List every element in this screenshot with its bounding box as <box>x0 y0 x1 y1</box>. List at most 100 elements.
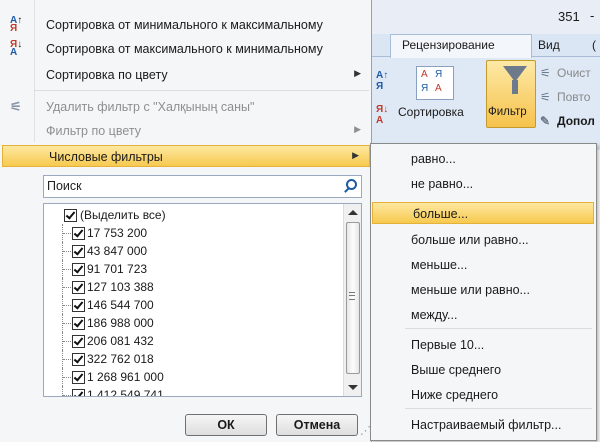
submenu-item-custom-filter[interactable]: Настраиваемый фильтр... <box>371 414 594 436</box>
list-scrollbar[interactable] <box>343 204 361 396</box>
submenu-item-above-average[interactable]: Выше среднего <box>371 359 594 381</box>
checkbox[interactable] <box>72 353 85 366</box>
submenu-item-label: больше... <box>413 207 469 221</box>
submenu-item-equals[interactable]: равно... <box>371 148 594 170</box>
list-item[interactable]: 1 268 961 000 <box>44 368 341 386</box>
reapply-command[interactable]: ⚟ Повто <box>540 90 590 104</box>
checkbox[interactable] <box>72 281 85 294</box>
menu-item-label: Фильтр по цвету <box>46 124 141 138</box>
submenu-item-less-or-equal[interactable]: меньше или равно... <box>371 279 594 301</box>
menu-item-sort-by-color[interactable]: Сортировка по цвету ▶ <box>0 64 371 86</box>
filter-button-label[interactable]: Фильтр <box>488 106 527 118</box>
checkbox[interactable] <box>72 317 85 330</box>
checkbox[interactable] <box>72 371 85 384</box>
list-item[interactable]: 146 544 700 <box>44 296 341 314</box>
submenu-item-below-average[interactable]: Ниже среднего <box>371 384 594 406</box>
advanced-filter-icon: ✎ <box>540 114 551 128</box>
menu-item-sort-ascending[interactable]: А↑ Я Сортировка от минимального к максима… <box>0 14 371 36</box>
list-item[interactable]: 91 701 723 <box>44 260 341 278</box>
search-placeholder: Поиск <box>47 179 82 193</box>
list-item-label: 322 762 018 <box>87 352 154 366</box>
search-input[interactable]: Поиск <box>43 175 362 198</box>
list-item-label: 127 103 388 <box>87 280 154 294</box>
sort-button-label[interactable]: Сортировка <box>398 105 464 119</box>
resize-grip-icon[interactable] <box>360 424 371 438</box>
submenu-arrow-icon: ▶ <box>354 68 361 78</box>
value-checklist[interactable]: (Выделить все) 17 753 200 43 847 000 91 … <box>43 203 362 397</box>
autofilter-menu: А↑ Я Сортировка от минимального к максима… <box>0 0 372 442</box>
title-separator: - <box>590 8 595 23</box>
menu-item-label: Сортировка по цвету <box>46 68 168 82</box>
clear-icon: ⚟ <box>540 66 551 80</box>
list-item-label: 206 081 432 <box>87 334 154 348</box>
submenu-separator <box>405 408 592 409</box>
list-item-label: 91 701 723 <box>87 262 148 276</box>
submenu-item-not-equals[interactable]: не равно... <box>371 173 594 195</box>
list-item-label: 1 268 961 000 <box>87 370 164 384</box>
menu-item-number-filters[interactable]: Числовые фильтры ▶ <box>2 145 370 167</box>
list-item[interactable]: 127 103 388 <box>44 278 341 296</box>
submenu-item-label: Ниже среднего <box>411 388 499 402</box>
checkbox[interactable] <box>72 263 85 276</box>
checkbox[interactable] <box>72 299 85 312</box>
cancel-button[interactable]: Отмена <box>276 414 358 436</box>
scroll-grip-icon <box>349 292 355 300</box>
title-bar: 351 - <box>370 0 600 34</box>
submenu-item-between[interactable]: между... <box>371 304 594 326</box>
advanced-command[interactable]: ✎ Допол <box>540 114 595 128</box>
search-icon[interactable] <box>341 176 359 196</box>
submenu-item-top-10[interactable]: Первые 10... <box>371 334 594 356</box>
menu-item-label: Удалить фильтр с "Халқының саны" <box>46 100 255 114</box>
sort-az-icon[interactable]: А↑ Я <box>376 70 388 92</box>
menu-item-sort-descending[interactable]: Я↓ А Сортировка от максимального к минима… <box>0 38 371 60</box>
list-item[interactable]: 186 988 000 <box>44 314 341 332</box>
list-item-label: 186 988 000 <box>87 316 154 330</box>
menu-item-filter-by-color[interactable]: Фильтр по цвету ▶ <box>0 120 371 142</box>
scroll-down-icon[interactable] <box>348 385 358 390</box>
submenu-item-greater-or-equal[interactable]: больше или равно... <box>371 229 594 251</box>
checkbox[interactable] <box>72 335 85 348</box>
reapply-icon: ⚟ <box>540 90 551 104</box>
checkbox[interactable] <box>72 227 85 240</box>
menu-item-clear-filter[interactable]: ⚟ Удалить фильтр с "Халқының саны" <box>0 96 371 118</box>
sort-za-icon[interactable]: Я↓ А <box>376 104 388 126</box>
list-item[interactable]: (Выделить все) <box>44 206 341 224</box>
tab-review[interactable]: Рецензирование <box>402 38 495 52</box>
menu-item-label: Сортировка от минимального к максимально… <box>46 18 323 32</box>
list-item-label: 146 544 700 <box>87 298 154 312</box>
submenu-item-less-than[interactable]: меньше... <box>371 254 594 276</box>
submenu-item-label: Первые 10... <box>411 338 485 352</box>
list-item[interactable]: 43 847 000 <box>44 242 341 260</box>
clear-command-label: Очист <box>557 66 591 80</box>
submenu-item-label: между... <box>411 308 458 322</box>
list-item-label: (Выделить все) <box>80 208 166 222</box>
list-item[interactable]: 17 753 200 <box>44 224 341 242</box>
submenu-item-label: равно... <box>411 152 456 166</box>
clear-filter-icon: ⚟ <box>10 99 22 114</box>
clear-command[interactable]: ⚟ Очист <box>540 66 591 80</box>
advanced-command-label: Допол <box>557 114 595 128</box>
tab-overflow[interactable]: ( <box>592 38 596 52</box>
excel-ribbon: 351 - Рецензирование Вид ( А↑ Я Я↓ А АЯЯА … <box>370 0 600 150</box>
scroll-up-icon[interactable] <box>348 210 358 215</box>
ok-button[interactable]: ОК <box>185 414 267 436</box>
submenu-item-greater-than[interactable]: больше... <box>372 202 594 224</box>
title-text: 351 <box>558 9 580 24</box>
list-item[interactable]: 322 762 018 <box>44 350 341 368</box>
list-item-label: 17 753 200 <box>87 226 148 240</box>
submenu-item-label: Настраиваемый фильтр... <box>411 418 562 432</box>
sort-dialog-icon[interactable]: АЯЯА <box>416 66 454 100</box>
list-item[interactable]: 1 412 549 741 <box>44 386 341 397</box>
number-filters-submenu: равно... не равно... больше... больше ил… <box>370 143 597 441</box>
list-item-label: 1 412 549 741 <box>87 388 164 397</box>
checkbox[interactable] <box>72 245 85 258</box>
menu-separator <box>34 90 369 91</box>
menu-item-label: Сортировка от максимального к минимально… <box>46 42 323 56</box>
list-item[interactable]: 206 081 432 <box>44 332 341 350</box>
sort-ascending-icon: А↑ Я <box>10 15 23 34</box>
checkbox[interactable] <box>72 389 85 396</box>
checkbox[interactable] <box>64 209 77 222</box>
tab-view[interactable]: Вид <box>538 38 560 52</box>
submenu-arrow-icon: ▶ <box>352 150 359 160</box>
submenu-separator <box>405 328 592 329</box>
